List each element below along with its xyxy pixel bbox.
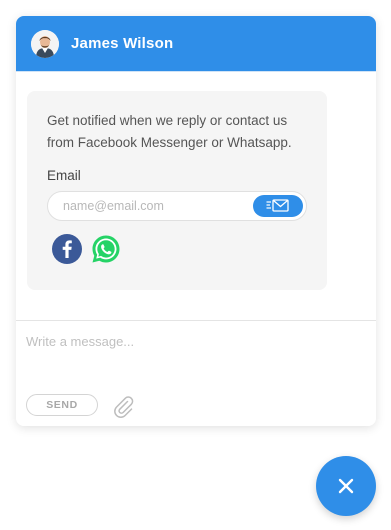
send-mail-icon bbox=[266, 199, 289, 212]
chat-header: James Wilson bbox=[16, 16, 376, 71]
whatsapp-icon[interactable] bbox=[91, 234, 121, 264]
email-submit-button[interactable] bbox=[253, 195, 303, 217]
send-button[interactable]: SEND bbox=[26, 394, 98, 416]
email-field-wrapper bbox=[47, 191, 307, 221]
social-channels bbox=[52, 234, 307, 264]
message-input[interactable] bbox=[16, 321, 376, 381]
facebook-icon[interactable] bbox=[52, 234, 82, 264]
chat-widget: James Wilson Get notified when we reply … bbox=[16, 16, 376, 426]
person-avatar-icon bbox=[31, 29, 59, 58]
chat-body: Get notified when we reply or contact us… bbox=[16, 71, 376, 320]
agent-avatar bbox=[31, 29, 59, 58]
agent-name: James Wilson bbox=[71, 35, 174, 52]
notify-card: Get notified when we reply or contact us… bbox=[27, 91, 327, 290]
message-composer: SEND bbox=[16, 320, 376, 426]
paperclip-icon[interactable] bbox=[110, 393, 136, 419]
close-icon bbox=[338, 478, 354, 494]
email-label: Email bbox=[47, 168, 81, 183]
email-input[interactable] bbox=[48, 192, 248, 220]
close-chat-button[interactable] bbox=[316, 456, 376, 516]
notify-message: Get notified when we reply or contact us… bbox=[47, 113, 292, 150]
